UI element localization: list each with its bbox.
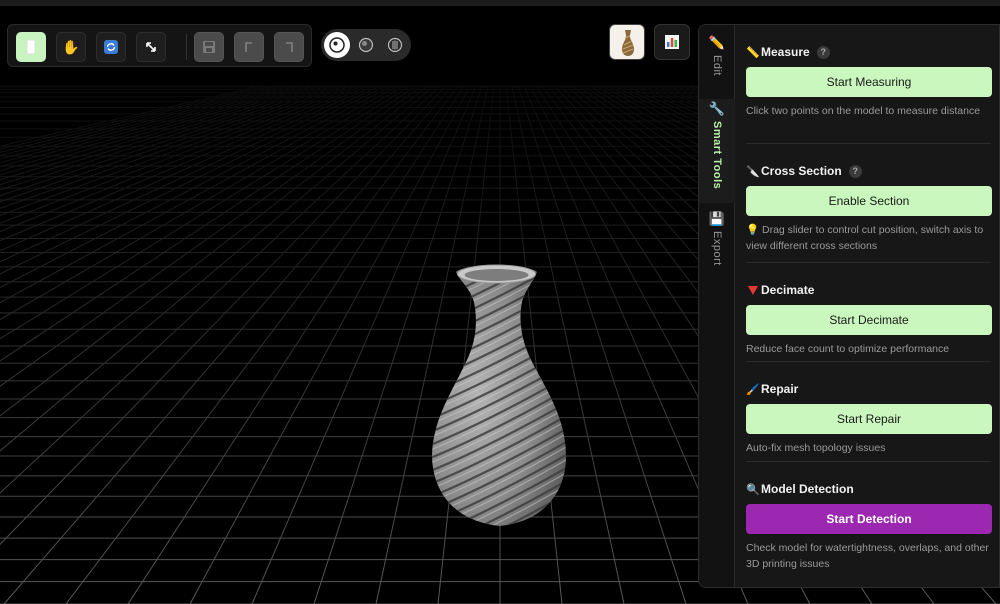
- pointer-icon: [26, 39, 36, 55]
- tab-edit[interactable]: ✏️ Edit: [699, 35, 735, 101]
- start-decimate-button[interactable]: Start Decimate: [746, 305, 992, 335]
- knife-icon: 🔪: [746, 165, 760, 178]
- tab-smart-tools[interactable]: 🔧 Smart Tools: [699, 99, 735, 203]
- section-description: Check model for watertightness, overlaps…: [746, 542, 989, 570]
- vase-thumbnail-icon: [622, 30, 634, 56]
- section-title: Decimate: [761, 283, 815, 297]
- repair-section: 🖌️ Repair Start Repair Auto-fix mesh top…: [746, 380, 996, 456]
- pan-tool-button[interactable]: ✋: [56, 32, 86, 62]
- section-description: 💡 Drag slider to control cut position, s…: [746, 224, 984, 252]
- undo-button[interactable]: [234, 32, 264, 62]
- floppy-icon: 💾: [708, 211, 726, 226]
- wireframe-icon: [387, 37, 403, 53]
- redo-button[interactable]: [274, 32, 304, 62]
- side-panel: ✏️ Edit 🔧 Smart Tools 💾 Export 📏 Measure…: [698, 24, 1000, 588]
- enable-section-button[interactable]: Enable Section: [746, 186, 992, 216]
- section-description: Click two points on the model to measure…: [746, 105, 981, 117]
- resize-icon: [146, 42, 156, 52]
- bar-chart-icon: [665, 35, 679, 49]
- measure-section: 📏 Measure ? Start Measuring Click two po…: [746, 43, 996, 119]
- save-button[interactable]: [194, 32, 224, 62]
- stats-button[interactable]: [654, 24, 690, 60]
- panel-tabs: ✏️ Edit 🔧 Smart Tools 💾 Export: [699, 25, 735, 587]
- start-measuring-button[interactable]: Start Measuring: [746, 67, 992, 97]
- toolbar-separator: [186, 34, 187, 60]
- section-title: Repair: [761, 382, 799, 396]
- tab-export[interactable]: 💾 Export: [699, 211, 735, 291]
- help-icon[interactable]: ?: [848, 164, 862, 178]
- smart-tools-content: 📏 Measure ? Start Measuring Click two po…: [736, 25, 999, 587]
- redo-icon: [286, 42, 293, 52]
- triangle-down-icon: [746, 283, 760, 297]
- scale-tool-button[interactable]: [136, 32, 166, 62]
- section-divider: [746, 262, 991, 263]
- start-repair-button[interactable]: Start Repair: [746, 404, 992, 434]
- hand-icon: ✋: [62, 38, 80, 55]
- start-detection-button[interactable]: Start Detection: [746, 504, 992, 534]
- model-thumbnail[interactable]: [609, 24, 645, 60]
- help-icon[interactable]: ?: [816, 45, 830, 59]
- view-mode-switcher: [321, 29, 411, 61]
- pencil-icon: ✏️: [708, 35, 726, 50]
- tab-label: Export: [711, 231, 723, 266]
- brush-icon: 🖌️: [746, 383, 760, 396]
- section-divider: [746, 461, 991, 462]
- section-title: Cross Section: [761, 164, 842, 178]
- section-description: Reduce face count to optimize performanc…: [746, 343, 950, 355]
- view-wireframe-button[interactable]: [382, 32, 408, 58]
- section-description: Auto-fix mesh topology issues: [746, 442, 886, 454]
- view-solid-button[interactable]: [324, 32, 350, 58]
- section-divider: [746, 143, 991, 144]
- cross-section-section: 🔪 Cross Section ? Enable Section 💡 Drag …: [746, 162, 996, 254]
- wrench-icon: 🔧: [708, 101, 726, 116]
- view-shaded-button[interactable]: [353, 32, 379, 58]
- section-divider: [746, 361, 991, 362]
- section-title: Model Detection: [761, 482, 854, 496]
- shaded-icon: [358, 37, 374, 53]
- rotate-icon: [104, 40, 118, 54]
- select-tool-button[interactable]: [16, 32, 46, 62]
- model-detection-section: 🔍 Model Detection Start Detection Check …: [746, 480, 996, 572]
- magnifier-icon: 🔍: [746, 483, 760, 496]
- undo-icon: [245, 42, 252, 52]
- tab-label: Smart Tools: [711, 121, 723, 190]
- save-icon: [203, 41, 215, 53]
- decimate-section: Decimate Start Decimate Reduce face coun…: [746, 281, 996, 357]
- main-toolbar: ✋: [7, 24, 312, 67]
- tab-label: Edit: [711, 55, 723, 76]
- ruler-icon: 📏: [746, 46, 760, 59]
- solid-icon: [329, 37, 345, 53]
- section-title: Measure: [761, 45, 810, 59]
- rotate-tool-button[interactable]: [96, 32, 126, 62]
